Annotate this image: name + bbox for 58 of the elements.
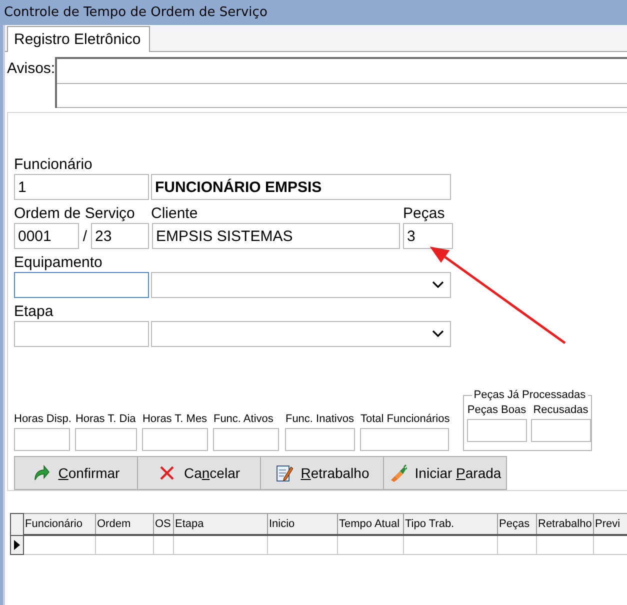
- column-header[interactable]: Tipo Trab.: [404, 514, 498, 535]
- field-label: Ordem de Serviço: [14, 205, 136, 223]
- group-title: Peças Já Processadas: [472, 389, 588, 402]
- separator-text: /: [82, 228, 88, 244]
- chevron-down-icon: [432, 281, 444, 289]
- input-field[interactable]: 23: [91, 223, 149, 249]
- field-label: Horas Disp.: [14, 413, 72, 426]
- confirm-arrow-icon: [32, 464, 50, 482]
- plug-icon: [388, 464, 407, 482]
- window-title: Controle de Tempo de Ordem de Serviço: [0, 0, 627, 25]
- input-field[interactable]: [14, 428, 70, 451]
- chevron-down-icon: [432, 330, 444, 338]
- input-field[interactable]: FUNCIONÁRIO EMPSIS: [151, 174, 451, 200]
- column-header[interactable]: Funcionário: [24, 514, 96, 535]
- input-field[interactable]: EMPSIS SISTEMAS: [152, 223, 400, 249]
- input-field[interactable]: [530, 419, 591, 442]
- field-label: Horas T. Mes: [142, 413, 208, 426]
- dropdown[interactable]: [151, 272, 451, 298]
- notices-field[interactable]: [55, 57, 627, 108]
- field-label: Total Funcionários: [360, 413, 450, 426]
- input-field[interactable]: 0001: [14, 223, 79, 249]
- input-field[interactable]: [360, 428, 450, 451]
- field-label: Avisos:: [7, 59, 56, 79]
- field-label: Peças Boas: [466, 404, 527, 417]
- column-header[interactable]: OS: [154, 514, 174, 535]
- column-header[interactable]: Inicio: [268, 514, 338, 535]
- input-field[interactable]: [466, 419, 527, 442]
- column-header[interactable]: Ordem: [96, 514, 154, 535]
- input-field[interactable]: [142, 428, 208, 451]
- field-label: Horas T. Dia: [75, 413, 137, 426]
- input-field[interactable]: [285, 428, 356, 451]
- field-label: Func. Inativos: [285, 413, 355, 426]
- input-field[interactable]: 1: [14, 174, 149, 200]
- input-field[interactable]: [213, 428, 280, 451]
- column-header[interactable]: Tempo Atual: [338, 514, 404, 535]
- input-field[interactable]: [14, 321, 149, 347]
- field-label: Cliente: [151, 205, 199, 223]
- field-label: Etapa: [14, 303, 54, 321]
- field-label: Equipamento: [14, 254, 104, 272]
- dropdown[interactable]: [151, 321, 451, 347]
- cancel-icon: [158, 464, 176, 482]
- field-label: Func. Ativos: [213, 413, 274, 426]
- input-field[interactable]: [75, 428, 138, 451]
- action-button[interactable]: Cancelar: [137, 456, 261, 490]
- column-header[interactable]: Peças: [498, 514, 536, 535]
- column-header[interactable]: Previ: [594, 514, 627, 535]
- field-label: Recusadas: [532, 404, 590, 417]
- action-button[interactable]: Iniciar Parada: [383, 456, 507, 490]
- action-button[interactable]: Confirmar: [14, 456, 138, 490]
- column-header[interactable]: Etapa: [174, 514, 268, 535]
- tab[interactable]: Registro Eletrônico: [7, 26, 150, 52]
- action-button[interactable]: Retrabalho: [260, 456, 384, 490]
- input-field[interactable]: 3: [403, 223, 453, 249]
- field-label: Peças: [403, 205, 446, 223]
- column-header[interactable]: Retrabalho: [536, 514, 594, 535]
- field-label: Funcionário: [14, 156, 94, 174]
- edit-document-icon: [274, 464, 293, 482]
- input-field[interactable]: [14, 272, 149, 298]
